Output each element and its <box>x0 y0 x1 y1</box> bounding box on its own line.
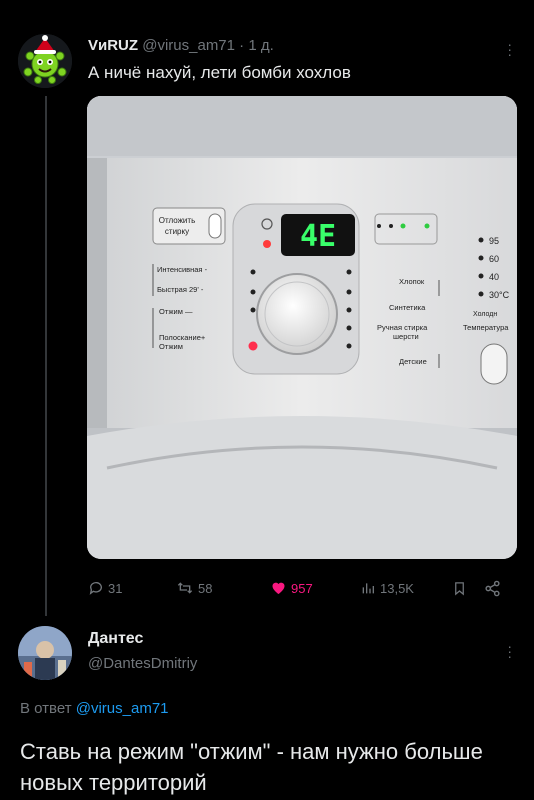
tweet-media[interactable]: 4E Отложить стирку Интенсивная - Быстрая… <box>87 96 517 559</box>
like-count: 957 <box>291 580 313 596</box>
reply-author-handle[interactable]: @DantesDmitriy <box>88 655 197 672</box>
delay-label-2: стирку <box>165 227 189 236</box>
prog-cotton: Хлопок <box>399 277 425 286</box>
reply-author-name[interactable]: Дантес <box>88 630 143 648</box>
views-icon <box>362 583 374 594</box>
temp-cold: Холодн <box>473 311 497 318</box>
tweet-text: А ничё нахуй, лети бомби хохлов <box>88 63 351 82</box>
prog-rinse: Полоскание+ <box>159 333 206 342</box>
bookmark-icon <box>455 582 464 596</box>
delay-label: Отложить <box>159 216 195 225</box>
display-digits: 4E <box>300 219 336 254</box>
bookmark-button[interactable] <box>452 580 467 597</box>
more-options-icon[interactable]: · · · <box>507 37 512 61</box>
share-button[interactable] <box>484 580 501 597</box>
prog-synthetic: Синтетика <box>389 303 426 312</box>
author-avatar[interactable] <box>18 34 72 88</box>
reply-count: 31 <box>108 580 123 596</box>
retweet-count: 58 <box>198 580 213 596</box>
temp-95: 95 <box>489 236 499 246</box>
reply-author-avatar[interactable] <box>18 626 72 680</box>
share-icon <box>485 580 500 597</box>
prog-wool-2: шерсти <box>393 332 419 341</box>
heart-icon <box>272 582 285 594</box>
separator: · <box>235 37 249 54</box>
reply-icon <box>89 582 102 595</box>
thread-line <box>45 96 47 616</box>
temp-60: 60 <box>489 254 499 264</box>
author-name[interactable]: VиRUZ <box>88 37 138 54</box>
retweet-icon <box>177 582 193 594</box>
washing-machine-photo: 4E Отложить стирку Интенсивная - Быстрая… <box>87 96 517 559</box>
views-button[interactable]: 13,5K <box>360 580 414 596</box>
retweet-button[interactable]: 58 <box>176 580 212 596</box>
prog-quick: Быстрая 29' - <box>157 285 204 294</box>
reply-more-options-icon[interactable]: · · · <box>507 639 512 663</box>
temp-30: 30°C <box>489 290 510 300</box>
replying-to-prefix: В ответ <box>20 700 76 717</box>
temp-40: 40 <box>489 272 499 282</box>
reply-text: Ставь на режим "отжим" - нам нужно больш… <box>20 739 483 795</box>
temp-label: Температура <box>463 323 509 332</box>
reply-button[interactable]: 31 <box>88 580 122 596</box>
author-handle[interactable]: @virus_am71 <box>142 37 235 54</box>
tweet-time[interactable]: 1 д. <box>248 37 273 54</box>
prog-wool: Ручная стирка <box>377 323 428 332</box>
prog-spin: Отжим — <box>159 307 193 316</box>
prog-kids: Детские <box>399 357 427 366</box>
tweet-actions: 31 58 957 13,5K <box>88 578 518 602</box>
tweet-header: VиRUZ @virus_am71 · 1 д. <box>88 37 274 54</box>
prog-rinse-2: Отжим <box>159 342 183 351</box>
views-count: 13,5K <box>380 580 414 596</box>
prog-intensive: Интенсивная - <box>157 265 208 274</box>
like-button[interactable]: 957 <box>270 580 313 596</box>
replying-to: В ответ @virus_am71 <box>20 700 169 717</box>
replying-to-link[interactable]: @virus_am71 <box>76 700 169 717</box>
